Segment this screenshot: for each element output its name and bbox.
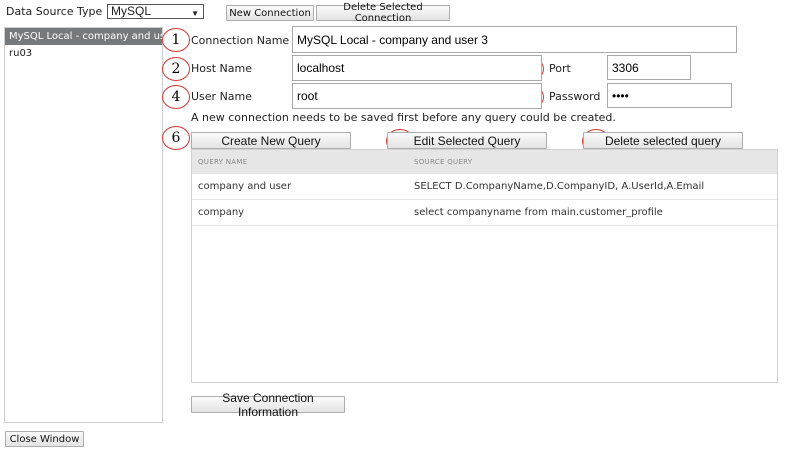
close-window-button[interactable]: Close Window	[5, 431, 84, 447]
list-item[interactable]: ru03	[5, 45, 162, 62]
save-connection-button[interactable]: Save Connection Information	[191, 391, 345, 419]
user-name-label: User Name	[191, 90, 253, 103]
create-new-query-button[interactable]: Create New Query	[191, 132, 351, 149]
callout-4: 4	[162, 85, 190, 109]
queries-table: QUERY NAME SOURCE QUERY company and user…	[191, 149, 778, 383]
callout-2: 2	[162, 57, 190, 81]
edit-selected-query-button[interactable]: Edit Selected Query	[387, 132, 547, 149]
callout-1: 1	[162, 28, 190, 52]
source-query-cell: select companyname from main.customer_pr…	[414, 207, 663, 218]
query-name-cell: company	[198, 207, 245, 218]
callout-6: 6	[162, 126, 190, 150]
list-item[interactable]: MySQL Local - company and user 3	[5, 28, 162, 45]
host-name-label: Host Name	[191, 62, 252, 75]
port-field[interactable]	[607, 55, 691, 80]
table-header: QUERY NAME SOURCE QUERY	[192, 150, 777, 174]
delete-connection-button[interactable]: Delete Selected Connection	[316, 2, 450, 24]
save-first-notice: A new connection needs to be saved first…	[191, 111, 616, 124]
data-source-type-value: MySQL	[111, 4, 152, 18]
table-row[interactable]: company and user SELECT D.CompanyName,D.…	[192, 174, 777, 200]
query-name-cell: company and user	[198, 181, 292, 192]
table-row[interactable]: company select companyname from main.cus…	[192, 200, 777, 226]
chevron-down-icon: ▼	[191, 9, 199, 18]
port-label: Port	[549, 62, 571, 75]
new-connection-button[interactable]: New Connection	[226, 5, 314, 21]
delete-selected-query-button[interactable]: Delete selected query	[583, 132, 743, 149]
source-query-cell: SELECT D.CompanyName,D.CompanyID, A.User…	[414, 181, 705, 192]
user-name-field[interactable]	[292, 83, 542, 109]
host-name-field[interactable]	[292, 55, 542, 81]
column-header-source-query[interactable]: SOURCE QUERY	[414, 158, 472, 166]
password-field[interactable]	[607, 83, 732, 108]
connection-name-label: Connection Name	[191, 34, 290, 47]
connection-name-field[interactable]	[292, 26, 737, 53]
column-header-query-name[interactable]: QUERY NAME	[198, 158, 247, 166]
data-source-type-label: Data Source Type	[6, 5, 103, 18]
password-label: Password	[549, 90, 601, 103]
connection-list: MySQL Local - company and user 3 ru03	[4, 27, 163, 423]
data-source-type-select[interactable]: MySQL ▼	[107, 4, 204, 19]
